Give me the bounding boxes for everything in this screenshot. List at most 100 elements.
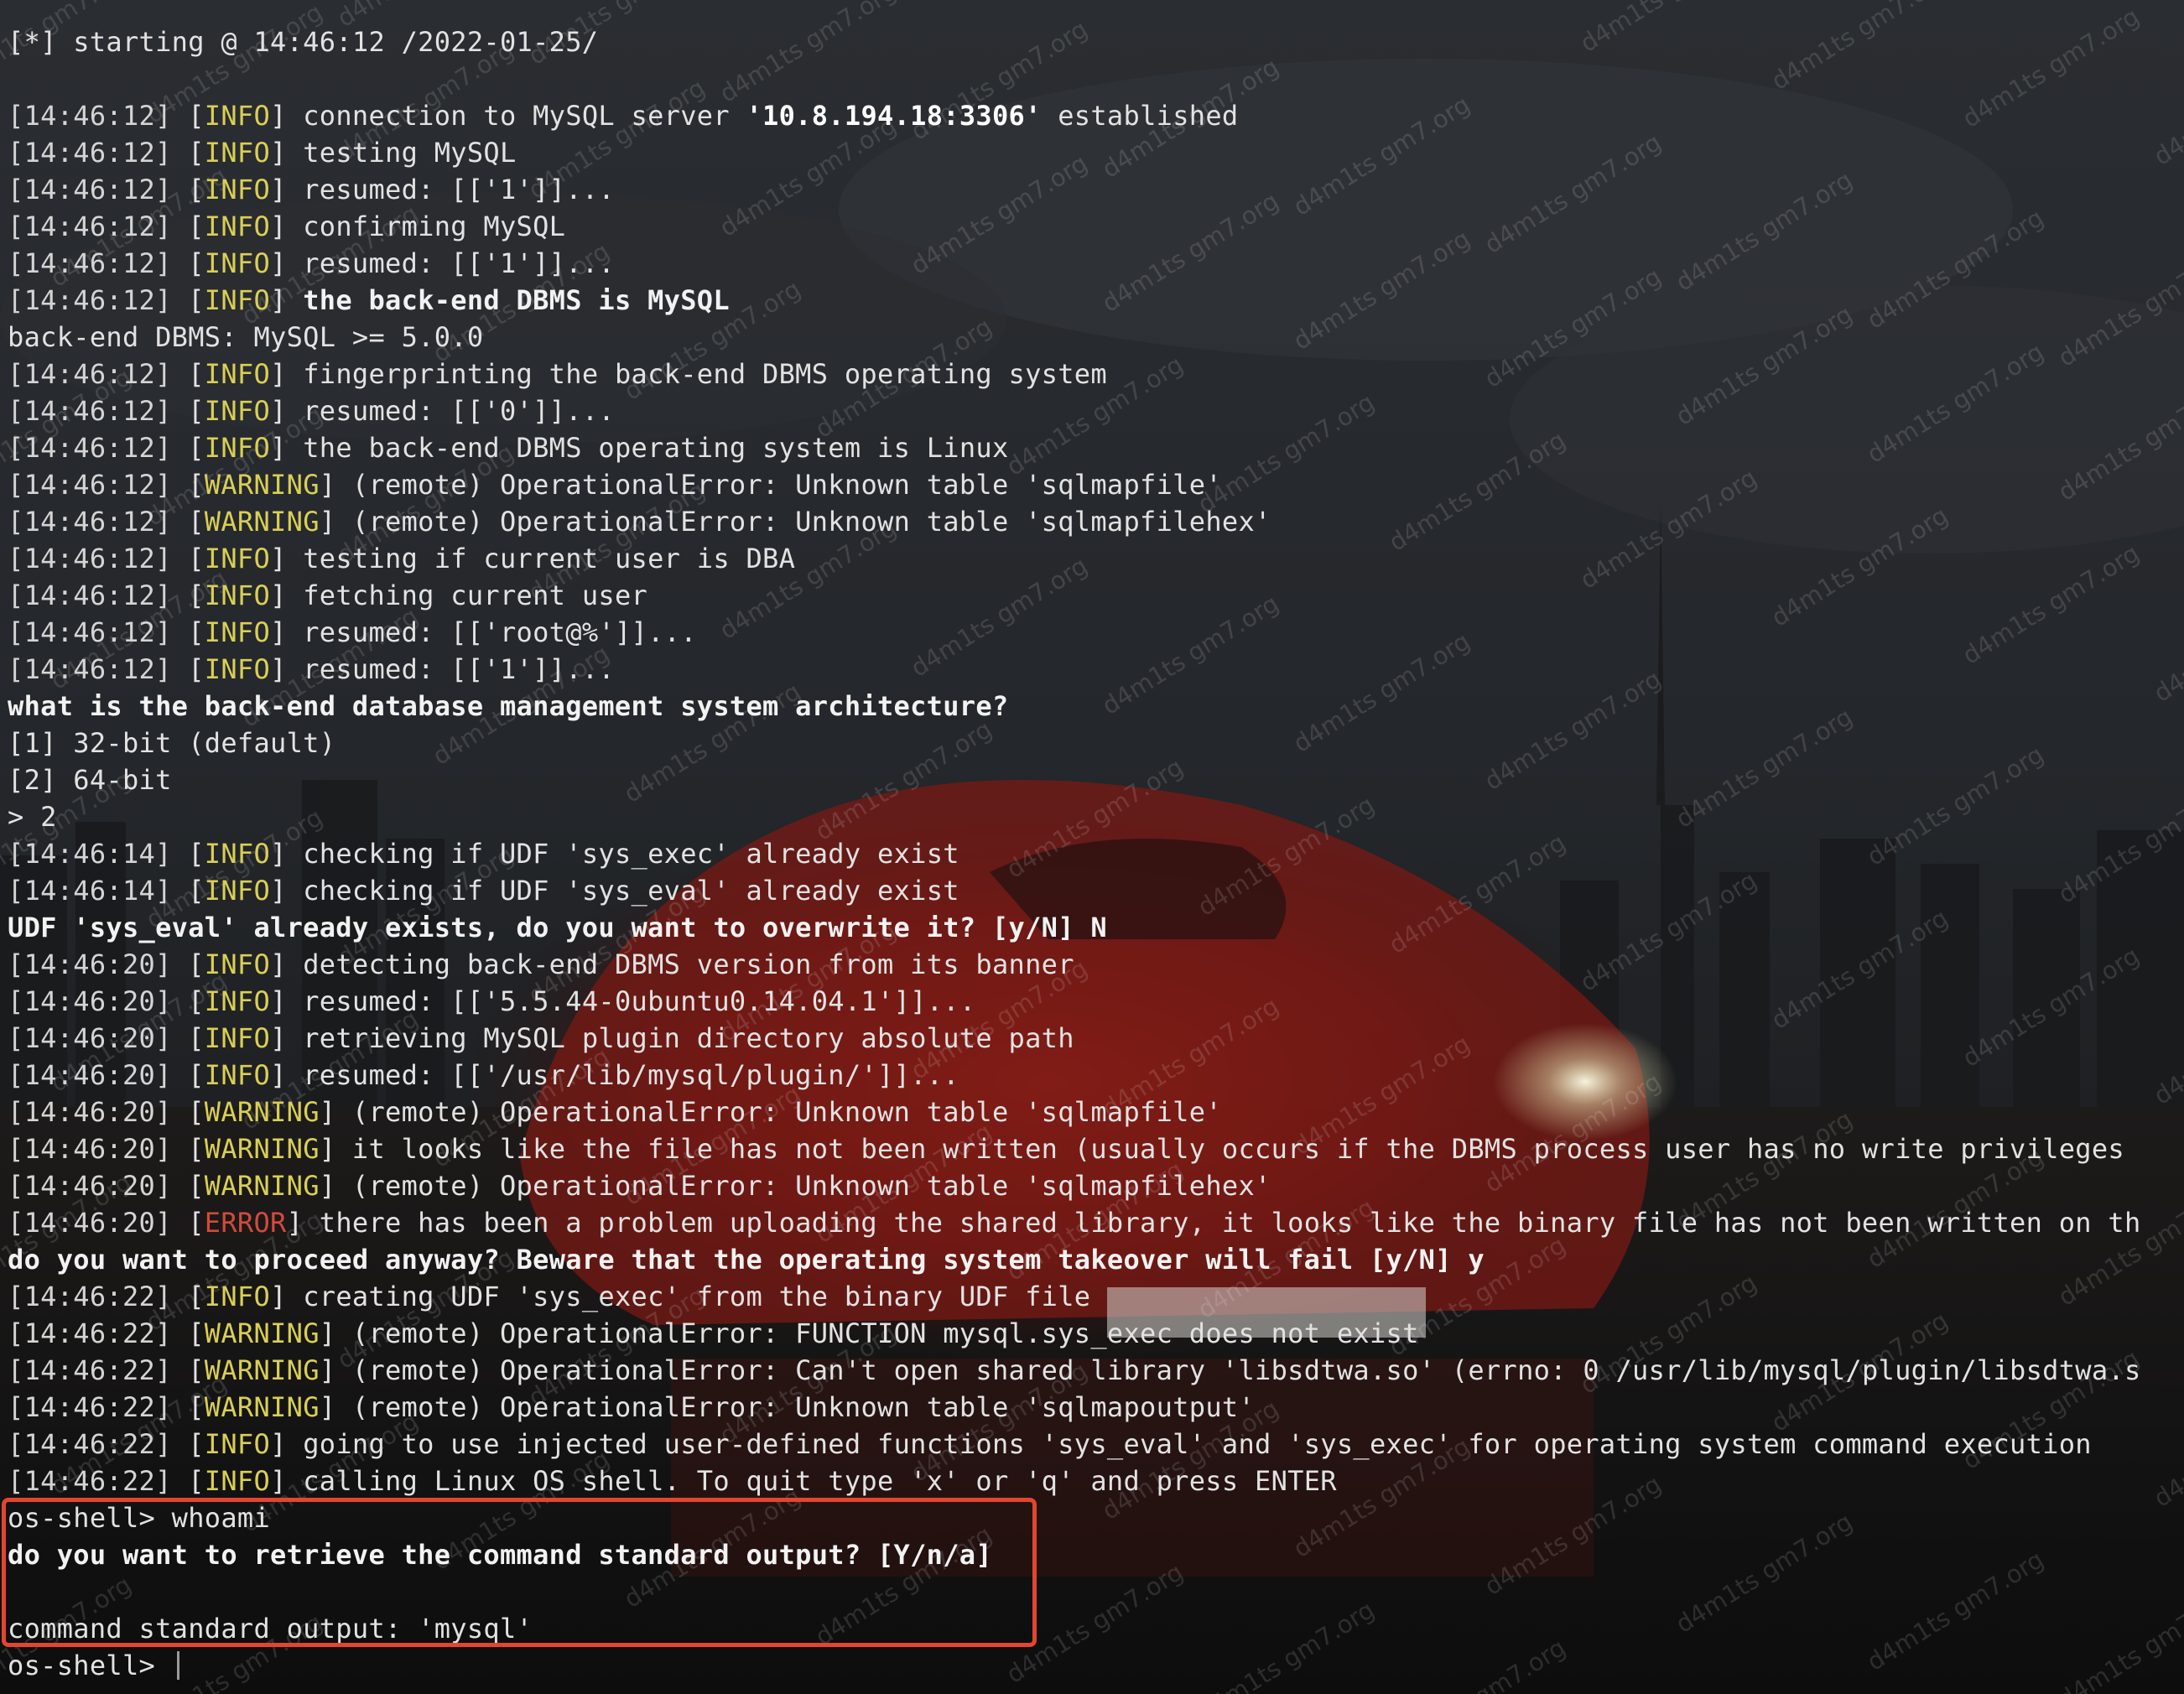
log-message: retrieving MySQL plugin directory absolu…: [303, 1022, 1074, 1054]
terminal-line: back-end DBMS: MySQL >= 5.0.0: [8, 319, 2184, 356]
terminal-line: [2] 64-bit: [8, 761, 2184, 798]
log-level-info: INFO: [204, 875, 271, 907]
log-timestamp: [14:46:22]: [8, 1465, 172, 1497]
log-message: connection to MySQL server: [303, 100, 746, 132]
log-message: it looks like the file has not been writ…: [351, 1133, 2124, 1165]
log-timestamp: [14:46:22]: [8, 1428, 172, 1460]
log-level-warning: WARNING: [204, 506, 320, 538]
log-message: (remote) OperationalError: Unknown table…: [351, 1170, 1271, 1202]
log-message: the back-end DBMS is MySQL: [303, 284, 730, 316]
log-message: calling Linux OS shell. To quit type 'x'…: [303, 1465, 1337, 1497]
terminal-line: [14:46:22] [INFO] calling Linux OS shell…: [8, 1465, 1337, 1497]
terminal-line: [14:46:22] [WARNING] (remote) Operationa…: [8, 1317, 1419, 1349]
log-message: (remote) OperationalError: Unknown table…: [351, 506, 1271, 538]
log-message: (remote) OperationalError: Can't open sh…: [351, 1354, 2141, 1386]
terminal-line: what is the back-end database management…: [8, 688, 2184, 725]
log-timestamp: [14:46:12]: [8, 100, 172, 132]
log-message: resumed: [['/usr/lib/mysql/plugin/']]...: [303, 1059, 959, 1091]
terminal-line: [14:46:12] [INFO] the back-end DBMS is M…: [8, 284, 730, 316]
log-message: confirming MySQL: [303, 210, 566, 242]
terminal-line: [14:46:12] [INFO] the back-end DBMS oper…: [8, 432, 1009, 464]
log-timestamp: [14:46:20]: [8, 1133, 172, 1165]
terminal-line: [14:46:20] [INFO] detecting back-end DBM…: [8, 948, 1074, 980]
log-level-info: INFO: [204, 653, 271, 685]
terminal-text: [1] 32-bit (default): [8, 727, 336, 759]
terminal-line: [14:46:20] [WARNING] it looks like the f…: [8, 1133, 2124, 1165]
log-message-tail: established: [1041, 100, 1239, 132]
log-level-info: INFO: [204, 395, 271, 427]
terminal-line: [14:46:12] [INFO] fingerprinting the bac…: [8, 358, 1107, 390]
terminal-line: > 2: [8, 798, 2184, 835]
terminal-line: [14:46:22] [WARNING] (remote) Operationa…: [8, 1391, 1256, 1423]
terminal-line: [14:46:22] [INFO] going to use injected …: [8, 1428, 2092, 1460]
terminal-line: [14:46:12] [WARNING] (remote) Operationa…: [8, 506, 1271, 538]
terminal-line: [14:46:22] [WARNING] (remote) Operationa…: [8, 1354, 2141, 1386]
terminal-line: [14:46:12] [INFO] connection to MySQL se…: [8, 100, 1239, 132]
highlight-annotation-box: [2, 1498, 1037, 1647]
log-timestamp: [14:46:12]: [8, 616, 172, 648]
log-timestamp: [14:46:12]: [8, 284, 172, 316]
log-timestamp: [14:46:12]: [8, 358, 172, 390]
log-level-info: INFO: [204, 616, 271, 648]
log-timestamp: [14:46:22]: [8, 1391, 172, 1423]
terminal-line: [1] 32-bit (default): [8, 725, 2184, 761]
terminal-line: [14:46:20] [INFO] resumed: [['/usr/lib/m…: [8, 1059, 959, 1091]
log-timestamp: [14:46:12]: [8, 653, 172, 685]
terminal-text: back-end DBMS: MySQL >= 5.0.0: [8, 321, 484, 353]
log-message: resumed: [['5.5.44-0ubuntu0.14.04.1']]..…: [303, 985, 976, 1017]
terminal-text: > 2: [8, 801, 57, 833]
log-message: detecting back-end DBMS version from its…: [303, 948, 1074, 980]
log-timestamp: [14:46:12]: [8, 247, 172, 279]
terminal-line: [14:46:12] [INFO] resumed: [['1']]...: [8, 174, 615, 205]
shell-prompt: os-shell>: [8, 1650, 172, 1681]
log-message: resumed: [['1']]...: [303, 174, 615, 205]
log-level-info: INFO: [204, 1465, 271, 1497]
log-timestamp: [14:46:20]: [8, 1096, 172, 1128]
log-message: (remote) OperationalError: FUNCTION mysq…: [351, 1317, 1419, 1349]
terminal-line: [14:46:20] [ERROR] there has been a prob…: [8, 1207, 2141, 1239]
log-message: (remote) OperationalError: Unknown table…: [351, 469, 1222, 501]
terminal-line: do you want to proceed anyway? Beware th…: [8, 1241, 2184, 1278]
terminal-line: [14:46:12] [INFO] testing if current use…: [8, 543, 796, 574]
log-level-warning: WARNING: [204, 1096, 320, 1128]
log-timestamp: [14:46:14]: [8, 875, 172, 907]
log-timestamp: [14:46:20]: [8, 1059, 172, 1091]
log-level-warning: WARNING: [204, 1170, 320, 1202]
log-level-info: INFO: [204, 543, 271, 574]
log-message: resumed: [['1']]...: [303, 653, 615, 685]
log-highlight: '10.8.194.18:3306': [746, 100, 1042, 132]
log-message: (remote) OperationalError: Unknown table…: [351, 1391, 1256, 1423]
log-timestamp: [14:46:22]: [8, 1354, 172, 1386]
terminal-output[interactable]: [*] starting @ 14:46:12 /2022-01-25/ [14:…: [8, 23, 2184, 1692]
terminal-text: what is the back-end database management…: [8, 690, 1009, 722]
terminal-text: [*] starting @ 14:46:12 /2022-01-25/: [8, 26, 599, 58]
log-message: testing if current user is DBA: [303, 543, 796, 574]
terminal-line: [14:46:12] [INFO] resumed: [['1']]...: [8, 247, 615, 279]
log-level-warning: WARNING: [204, 1354, 320, 1386]
log-level-info: INFO: [204, 100, 271, 132]
log-timestamp: [14:46:12]: [8, 137, 172, 169]
log-level-error: ERROR: [204, 1207, 287, 1239]
terminal-line: [14:46:22] [INFO] creating UDF 'sys_exec…: [8, 1281, 1091, 1312]
log-level-info: INFO: [204, 1059, 271, 1091]
terminal-line: [14:46:12] [INFO] resumed: [['0']]...: [8, 395, 615, 427]
log-message: fingerprinting the back-end DBMS operati…: [303, 358, 1107, 390]
log-level-info: INFO: [204, 137, 271, 169]
log-timestamp: [14:46:12]: [8, 395, 172, 427]
log-level-info: INFO: [204, 838, 271, 870]
terminal-line: [14:46:14] [INFO] checking if UDF 'sys_e…: [8, 875, 959, 907]
terminal-line: [14:46:12] [INFO] confirming MySQL: [8, 210, 566, 242]
log-timestamp: [14:46:22]: [8, 1281, 172, 1312]
log-timestamp: [14:46:12]: [8, 543, 172, 574]
log-timestamp: [14:46:20]: [8, 1022, 172, 1054]
text-cursor[interactable]: [176, 1651, 179, 1680]
log-message: resumed: [['0']]...: [303, 395, 615, 427]
log-timestamp: [14:46:12]: [8, 469, 172, 501]
log-timestamp: [14:46:12]: [8, 210, 172, 242]
log-timestamp: [14:46:20]: [8, 985, 172, 1017]
log-message: checking if UDF 'sys_exec' already exist: [303, 838, 959, 870]
log-timestamp: [14:46:12]: [8, 506, 172, 538]
log-level-info: INFO: [204, 210, 271, 242]
terminal-line: [14:46:20] [INFO] resumed: [['5.5.44-0ub…: [8, 985, 976, 1017]
